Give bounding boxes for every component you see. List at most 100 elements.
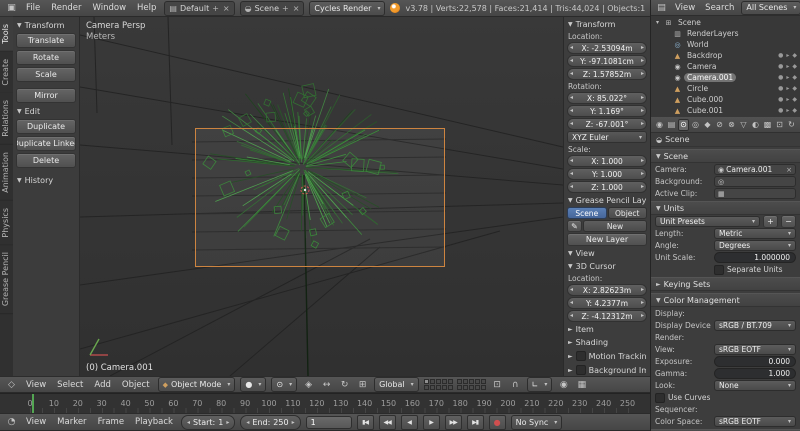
outliner-item-renderlayers[interactable]: ▥ RenderLayers [651, 28, 800, 39]
eye-icon[interactable]: ● [778, 107, 783, 114]
layer-toggle[interactable] [435, 379, 441, 384]
jump-end-button[interactable]: ▶▮ [466, 414, 484, 430]
select-icon[interactable]: ▸ [786, 85, 789, 92]
menu-search[interactable]: Search [702, 3, 737, 13]
panel-header-scene[interactable]: ▼ Scene [651, 149, 800, 163]
lock-icon[interactable]: ⊡ [491, 380, 504, 390]
render-engine-select[interactable]: Cycles Render [309, 0, 386, 16]
scale-button[interactable]: Scale [16, 67, 76, 82]
layer-toggle[interactable] [435, 385, 441, 390]
render-restrict-icon[interactable]: ◆ [792, 74, 797, 81]
menu-object[interactable]: Object [119, 380, 153, 390]
next-keyframe-button[interactable]: ▶▶ [444, 414, 462, 430]
outliner-item-cube-001[interactable]: ▲ Cube.001 ● ▸ ◆ [651, 105, 800, 116]
camera-selector[interactable]: ◉ Camera.001 × [714, 164, 796, 175]
add-preset-button[interactable]: + [763, 215, 778, 228]
properties-tab-render[interactable]: ◉ [654, 119, 665, 131]
properties-tab-physics[interactable]: ↻ [786, 119, 797, 131]
background-selector[interactable]: ◎ [714, 176, 796, 187]
properties-tab-constraints[interactable]: ⊘ [714, 119, 725, 131]
background-images-checkbox[interactable] [575, 365, 586, 375]
toolshelf-tab-grease-pencil[interactable]: Grease Pencil [0, 245, 13, 315]
properties-tab-texture[interactable]: ▩ [762, 119, 773, 131]
view-transform-select[interactable]: sRGB EOTF [714, 344, 796, 355]
select-icon[interactable]: ▸ [786, 74, 789, 81]
panel-header-transform[interactable]: ▼ Transform [567, 18, 647, 30]
snap-element-select[interactable]: ∟ [526, 377, 553, 392]
panel-header-history[interactable]: ▼ History [16, 174, 76, 186]
layer-toggle[interactable] [462, 379, 468, 384]
info-editor-icon[interactable]: ▣ [5, 3, 18, 13]
outliner-item-cube-000[interactable]: ▲ Cube.000 ● ▸ ◆ [651, 94, 800, 105]
properties-tab-modifiers[interactable]: ⊗ [726, 119, 737, 131]
gp-new-layer-button[interactable]: New Layer [567, 233, 647, 246]
toolshelf-tab-relations[interactable]: Relations [0, 93, 13, 146]
scene-selector[interactable]: ◒ Scene + × [239, 0, 305, 16]
panel-header-keying-sets[interactable]: ► Keying Sets [651, 277, 800, 291]
remove-preset-button[interactable]: − [781, 215, 796, 228]
rotation-mode-select[interactable]: XYZ Euler [567, 131, 647, 143]
scale-manip-icon[interactable]: ⊞ [356, 380, 369, 390]
layer-toggle[interactable] [447, 385, 453, 390]
layer-toggle[interactable] [423, 385, 429, 390]
location-x-field[interactable]: X: -2.53094m [567, 42, 647, 54]
viewport-editor-icon[interactable]: ◇ [5, 380, 18, 390]
panel-header-transform[interactable]: ▼ Transform [16, 19, 76, 31]
properties-tab-particles[interactable]: ⊡ [774, 119, 785, 131]
scale-z-field[interactable]: Z: 1.000 [567, 181, 647, 193]
menu-view[interactable]: View [23, 380, 49, 390]
menu-view[interactable]: View [23, 417, 49, 427]
menu-view[interactable]: View [672, 3, 698, 13]
toolshelf-tab-physics[interactable]: Physics [0, 200, 13, 246]
duplicate-button[interactable]: Duplicate [16, 119, 76, 134]
properties-tab-object[interactable]: ◆ [702, 119, 713, 131]
translate-button[interactable]: Translate [16, 33, 76, 48]
unit-scale-slider[interactable]: 1.000000 [714, 252, 796, 263]
jump-start-button[interactable]: ▮◀ [356, 414, 374, 430]
select-icon[interactable]: ▸ [786, 107, 789, 114]
menu-select[interactable]: Select [54, 380, 86, 390]
eye-icon[interactable]: ● [778, 63, 783, 70]
display-device-select[interactable]: sRGB / BT.709 [714, 320, 796, 331]
select-icon[interactable]: ▸ [786, 52, 789, 59]
panel-header-3d-cursor[interactable]: ▼ 3D Cursor [567, 260, 647, 272]
rotation-z-field[interactable]: Z: -67.001° [567, 118, 647, 130]
outliner-item-camera[interactable]: ◉ Camera ● ▸ ◆ [651, 61, 800, 72]
add-icon[interactable]: + [281, 4, 290, 13]
clear-icon[interactable]: × [786, 166, 792, 174]
layer-toggle[interactable] [456, 379, 462, 384]
translate-manip-icon[interactable]: ↔ [320, 380, 333, 390]
layer-toggle[interactable] [474, 385, 480, 390]
layer-toggle[interactable] [474, 379, 480, 384]
eye-icon[interactable]: ● [778, 74, 783, 81]
toolshelf-tab-tools[interactable]: Tools [0, 17, 13, 52]
layer-toggle[interactable] [480, 379, 486, 384]
add-icon[interactable]: + [211, 4, 220, 13]
render-restrict-icon[interactable]: ◆ [792, 96, 797, 103]
layer-toggle[interactable] [423, 379, 429, 384]
prev-keyframe-button[interactable]: ◀◀ [378, 414, 396, 430]
outliner-item-world[interactable]: ◎ World [651, 39, 800, 50]
motion-tracking-checkbox[interactable] [575, 351, 586, 361]
outliner-item-circle[interactable]: ▲ Circle ● ▸ ◆ [651, 83, 800, 94]
render-restrict-icon[interactable]: ◆ [792, 63, 797, 70]
layer-toggle[interactable] [468, 385, 474, 390]
rotate-button[interactable]: Rotate [16, 50, 76, 65]
toolshelf-tab-create[interactable]: Create [0, 51, 13, 94]
scale-x-field[interactable]: X: 1.000 [567, 155, 647, 167]
cursor-z-field[interactable]: Z: -4.12312m [567, 310, 647, 322]
mirror-button[interactable]: Mirror [16, 88, 76, 103]
render-restrict-icon[interactable]: ◆ [792, 52, 797, 59]
outliner-editor-icon[interactable]: ▤ [655, 3, 668, 13]
close-icon[interactable]: × [222, 4, 231, 13]
layer-toggle[interactable] [429, 385, 435, 390]
align-icon[interactable]: ◈ [302, 380, 315, 390]
panel-header-edit[interactable]: ▼ Edit [16, 105, 76, 117]
layer-toggle[interactable] [441, 379, 447, 384]
render-restrict-icon[interactable]: ◆ [792, 107, 797, 114]
exposure-slider[interactable]: 0.000 [714, 356, 796, 367]
clock-icon[interactable]: ◔ [5, 417, 18, 427]
rotation-x-field[interactable]: X: 85.022° [567, 92, 647, 104]
viewport-canvas[interactable]: Camera Persp Meters (0) Camera.001 [80, 17, 563, 376]
current-frame-field[interactable]: 1 [305, 415, 352, 429]
